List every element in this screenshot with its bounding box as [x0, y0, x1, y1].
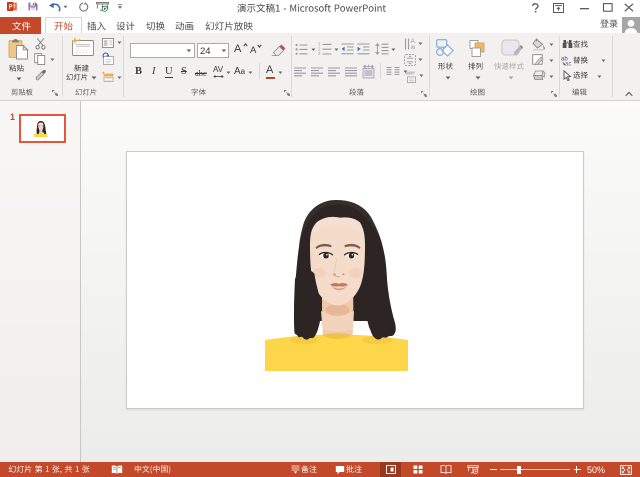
svg-text:ac: ac	[565, 62, 571, 68]
svg-text:3: 3	[318, 51, 321, 56]
svg-text:A: A	[411, 38, 416, 45]
